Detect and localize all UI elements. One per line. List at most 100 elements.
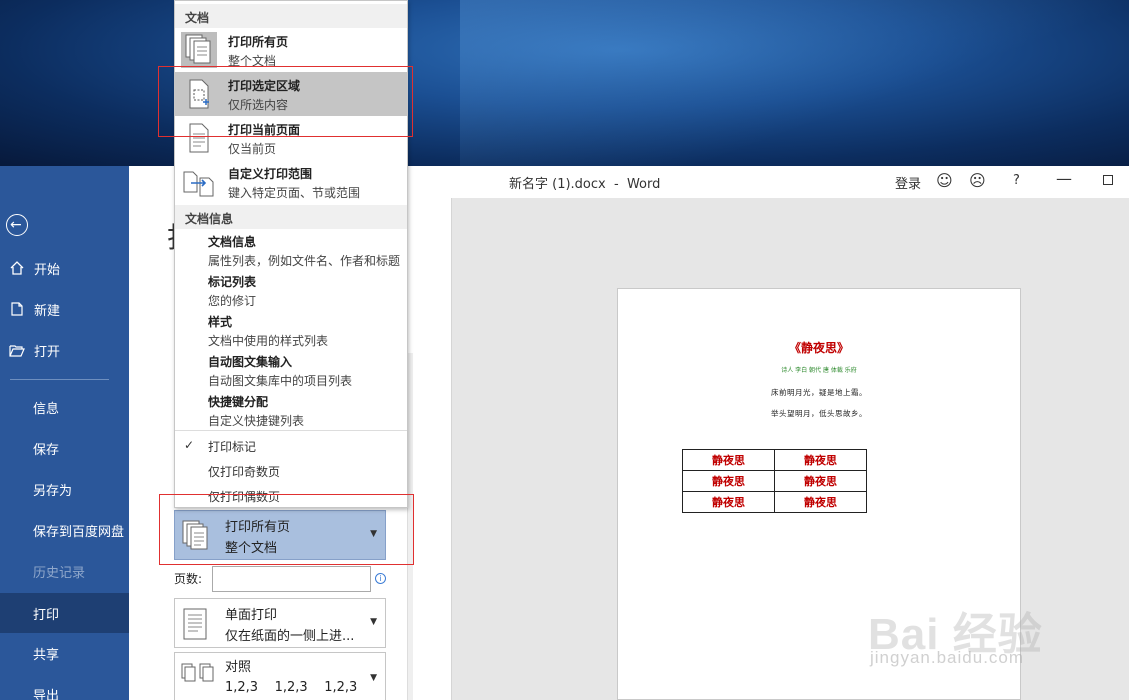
table-row: 静夜思 静夜思: [682, 491, 867, 513]
menu-item-title: 快捷键分配: [208, 395, 269, 409]
home-icon: [8, 259, 26, 277]
nav-info[interactable]: 信息: [0, 388, 129, 426]
menu-item-title: 样式: [208, 315, 233, 329]
collate-title: 对照: [225, 660, 252, 675]
back-arrow-icon[interactable]: ←: [6, 214, 28, 236]
nav-label: 新建: [34, 303, 61, 319]
menu-item-title: 标记列表: [208, 275, 257, 289]
menu-item-subtitle: 仅所选内容: [228, 98, 289, 112]
table-row: 静夜思 静夜思: [682, 470, 867, 492]
nav-share[interactable]: 共享: [0, 634, 129, 672]
chevron-down-icon: ▼: [370, 617, 377, 627]
frown-icon[interactable]: ☹: [969, 172, 986, 190]
checkmark-icon: ✓: [184, 438, 195, 452]
nav-label: 打开: [34, 344, 61, 360]
desktop-background: [0, 0, 1129, 166]
minimize-icon[interactable]: —: [1056, 170, 1072, 188]
nav-label: 开始: [34, 262, 61, 278]
poem-table: 静夜思 静夜思 静夜思 静夜思 静夜思 静夜思: [682, 449, 867, 513]
option-label: 打印标记: [208, 440, 257, 454]
collate-select[interactable]: 对照 1,2,3 1,2,3 1,2,3 ▼: [174, 652, 386, 700]
menu-divider: [175, 430, 407, 431]
table-cell: 静夜思: [682, 449, 775, 471]
menu-print-markup[interactable]: ✓ 打印标记: [175, 433, 407, 458]
duplex-title: 单面打印: [225, 608, 278, 623]
folder-open-icon: [8, 341, 26, 359]
single-sided-icon: [181, 607, 209, 641]
option-label: 仅打印奇数页: [208, 465, 281, 479]
nav-export[interactable]: 导出: [0, 675, 129, 700]
print-range-title: 打印所有页: [225, 520, 291, 535]
info-icon[interactable]: i: [375, 573, 386, 584]
menu-item-title: 自定义打印范围: [228, 167, 313, 181]
table-row: 静夜思 静夜思: [682, 449, 867, 471]
table-cell: 静夜思: [774, 449, 867, 471]
collate-subtitle: 1,2,3 1,2,3 1,2,3: [225, 680, 358, 695]
nav-home[interactable]: 开始: [0, 249, 129, 287]
chevron-down-icon: ▼: [370, 529, 377, 539]
menu-item-subtitle: 键入特定页面、节或范围: [228, 186, 361, 200]
menu-section-info: 文档信息: [175, 205, 407, 229]
menu-markup-list[interactable]: 标记列表 您的修订: [175, 271, 407, 311]
pages-input[interactable]: [212, 566, 371, 592]
table-cell: 静夜思: [774, 470, 867, 492]
custom-range-icon: [181, 164, 217, 200]
option-label: 仅打印偶数页: [208, 490, 281, 504]
poem-line-2: 举头望明月，低头思故乡。: [771, 409, 867, 418]
smile-icon[interactable]: ☺: [936, 172, 953, 190]
sidebar-divider: [10, 379, 109, 380]
table-cell: 静夜思: [682, 491, 775, 513]
menu-autotext[interactable]: 自动图文集输入 自动图文集库中的项目列表: [175, 351, 407, 391]
poem-meta: 诗人 李白 朝代 唐 体裁 乐府: [781, 367, 857, 374]
menu-item-title: 文档信息: [208, 235, 257, 249]
login-link[interactable]: 登录: [895, 173, 921, 192]
nav-print[interactable]: 打印: [0, 593, 129, 633]
maximize-icon[interactable]: [1103, 175, 1113, 185]
pages-stack-icon: [181, 32, 217, 68]
print-range-subtitle: 整个文档: [225, 541, 278, 556]
chevron-down-icon: ▼: [370, 673, 377, 683]
nav-save-as[interactable]: 另存为: [0, 470, 129, 508]
nav-save[interactable]: 保存: [0, 429, 129, 467]
nav-open[interactable]: 打开: [0, 331, 129, 369]
duplex-select[interactable]: 单面打印 仅在纸面的一侧上进... ▼: [174, 598, 386, 648]
new-doc-icon: [8, 300, 26, 318]
menu-item-title: 打印选定区域: [228, 79, 301, 93]
menu-document-info[interactable]: 文档信息 属性列表，例如文件名、作者和标题: [175, 231, 407, 271]
backstage-sidebar: ← 开始 新建 打开 信息 保存 另存为 保存到百度网盘 历史记录 打印 共享 …: [0, 166, 129, 700]
poem-title: 《静夜思》: [788, 341, 849, 355]
menu-custom-range[interactable]: 自定义打印范围 键入特定页面、节或范围: [175, 160, 407, 204]
menu-print-current-page[interactable]: 打印当前页面 仅当前页: [175, 116, 407, 160]
menu-print-selection[interactable]: 打印选定区域 仅所选内容: [175, 72, 407, 116]
menu-item-title: 打印所有页: [228, 35, 289, 49]
menu-item-subtitle: 您的修订: [208, 294, 257, 308]
print-range-select[interactable]: 打印所有页 整个文档 ▼: [174, 510, 386, 560]
menu-item-subtitle: 仅当前页: [228, 142, 277, 156]
menu-item-subtitle: 自动图文集库中的项目列表: [208, 374, 353, 388]
menu-item-title: 自动图文集输入: [208, 355, 293, 369]
menu-odd-pages[interactable]: 仅打印奇数页: [175, 458, 407, 483]
menu-key-assignments[interactable]: 快捷键分配 自定义快捷键列表: [175, 391, 407, 431]
table-cell: 静夜思: [774, 491, 867, 513]
menu-item-subtitle: 文档中使用的样式列表: [208, 334, 329, 348]
menu-item-subtitle: 属性列表，例如文件名、作者和标题: [208, 254, 401, 268]
menu-item-title: 打印当前页面: [228, 123, 301, 137]
table-cell: 静夜思: [682, 470, 775, 492]
menu-even-pages[interactable]: 仅打印偶数页: [175, 483, 407, 507]
menu-print-all-pages[interactable]: 打印所有页 整个文档: [175, 28, 407, 72]
menu-item-subtitle: 自定义快捷键列表: [208, 414, 305, 428]
poem-line-1: 床前明月光，疑是地上霜。: [771, 388, 867, 397]
print-range-dropdown: 文档 打印所有页 整个文档 打印选定区域 仅所选内容 打印当前页面 仅当前页 自…: [174, 0, 408, 508]
help-button[interactable]: ?: [1013, 172, 1020, 190]
nav-new[interactable]: 新建: [0, 290, 129, 328]
pages-stack-icon: [181, 519, 209, 553]
collate-icon: [181, 662, 217, 696]
window-title: 新名字 (1).docx - Word: [509, 177, 661, 192]
pages-label: 页数:: [174, 572, 203, 586]
menu-styles[interactable]: 样式 文档中使用的样式列表: [175, 311, 407, 351]
nav-history: 历史记录: [33, 565, 86, 581]
watermark-url: jingyan.baidu.com: [870, 648, 1025, 667]
menu-item-subtitle: 整个文档: [228, 54, 277, 68]
menu-section-document: 文档: [175, 4, 407, 28]
nav-save-baidu[interactable]: 保存到百度网盘: [0, 511, 129, 549]
